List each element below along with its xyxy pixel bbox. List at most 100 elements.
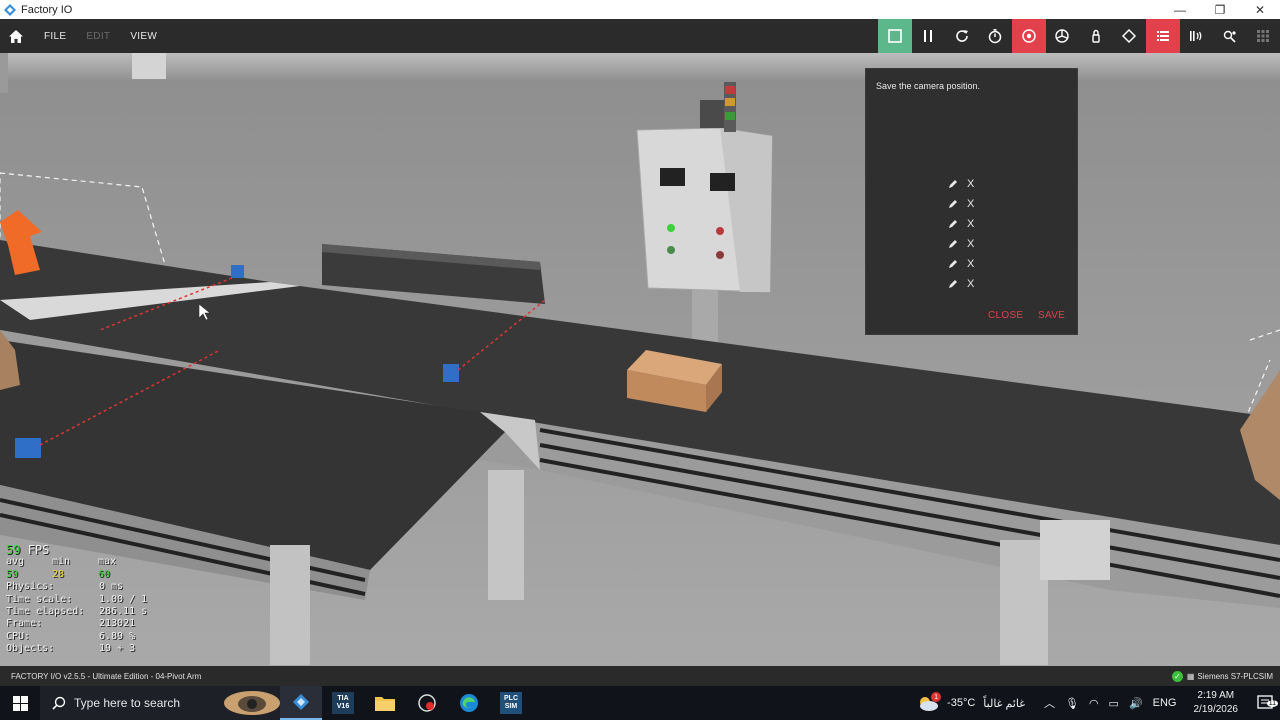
check-icon: ✓ (1171, 670, 1183, 682)
notification-center-button[interactable]: 11 (1250, 695, 1280, 711)
minimize-button[interactable]: — (1160, 0, 1200, 19)
camera-slot-row: X (948, 217, 988, 231)
camera-position-button[interactable] (1012, 19, 1046, 53)
camera-position-icon (1022, 29, 1036, 43)
weather-widget[interactable]: 1 -35°C غائم غالباً (917, 692, 1025, 712)
stat-value: 286.11 s (99, 606, 148, 618)
stat-key: CPU: (6, 630, 31, 642)
notification-count: 11 (1266, 700, 1278, 707)
windows-logo-icon (12, 695, 28, 711)
stat-key: Physics: (6, 581, 55, 593)
restore-button[interactable]: ❐ (1200, 0, 1240, 19)
timer-icon (989, 29, 1002, 44)
fps-label: FPS (27, 543, 50, 557)
battery-icon[interactable]: ▭ (1109, 697, 1119, 710)
taskbar-search-box[interactable]: Type here to search (40, 686, 280, 720)
lock-button[interactable] (1079, 19, 1113, 53)
factory-io-app-icon (293, 694, 309, 710)
save-camera-title: Save the camera position. (876, 81, 981, 91)
stop-button[interactable] (878, 19, 912, 53)
close-button[interactable]: CLOSE (988, 310, 1023, 321)
pencil-icon[interactable] (948, 279, 958, 289)
save-button[interactable]: SAVE (1038, 310, 1065, 321)
max-value: 60 (98, 568, 111, 580)
list-button[interactable] (1146, 19, 1180, 53)
camera-slot-row: X (948, 237, 988, 251)
taskbar-plcsim[interactable]: PLC SIM (490, 686, 532, 720)
chevron-up-icon[interactable]: ︿ (1044, 695, 1055, 711)
taskbar-file-explorer[interactable] (364, 686, 406, 720)
microphone-icon[interactable]: 🎙 (1065, 697, 1079, 710)
stat-row: Time elapsed: 286.11 s (6, 606, 147, 618)
avg-header: avg (6, 556, 25, 568)
stat-row: Frame: 213021 (6, 618, 147, 630)
taskbar-edge[interactable] (448, 686, 490, 720)
fps-readout: 59 FPS (6, 544, 147, 556)
fly-camera-button[interactable] (1046, 19, 1080, 53)
home-icon (9, 29, 23, 43)
reset-button[interactable] (945, 19, 979, 53)
scene-graphics (0, 53, 1280, 666)
delete-camera-slot-button[interactable]: X (967, 278, 974, 290)
camera-slot-row: X (948, 277, 988, 291)
folder-icon (375, 697, 395, 711)
app-menu-bar: FILE EDIT VIEW (0, 19, 1280, 53)
avg-value: 59 (6, 568, 19, 580)
taskbar-clock[interactable]: 2:19 AM 2/19/2026 (1194, 689, 1239, 717)
selection-button[interactable] (1113, 19, 1147, 53)
performance-stats-overlay: 59 FPS avg min max 59 28 60 Physics: 0 ms… (6, 544, 147, 656)
delete-camera-slot-button[interactable]: X (967, 238, 974, 250)
stat-value: 6.89 % (99, 630, 136, 642)
timer-button[interactable] (979, 19, 1013, 53)
search-icon (52, 696, 66, 710)
taskbar-tia-portal[interactable]: TIA V16 (322, 686, 364, 720)
save-camera-panel: Save the camera position. X X X X X X CL… (865, 68, 1078, 335)
language-indicator[interactable]: ENG (1153, 697, 1177, 709)
simulation-toolbar (878, 19, 1280, 53)
drivers-button[interactable] (1213, 19, 1247, 53)
search-highlight-image-icon (224, 691, 280, 715)
menu-file[interactable]: FILE (44, 31, 66, 42)
menu-edit[interactable]: EDIT (86, 31, 110, 42)
grid-button[interactable] (1247, 19, 1280, 53)
drivers-icon (1223, 30, 1236, 43)
taskbar-recorder[interactable] (406, 686, 448, 720)
menu-view[interactable]: VIEW (130, 31, 157, 42)
tia-portal-app-icon: TIA V16 (332, 692, 354, 714)
fps-header-row: avg min max (6, 556, 147, 568)
delete-camera-slot-button[interactable]: X (967, 218, 974, 230)
driver-label: Siemens S7-PLCSIM (1197, 671, 1273, 681)
pencil-icon[interactable] (948, 259, 958, 269)
camera-slot-row: X (948, 197, 988, 211)
pencil-icon[interactable] (948, 199, 958, 209)
delete-camera-slot-button[interactable]: X (967, 198, 974, 210)
pencil-icon[interactable] (948, 219, 958, 229)
pause-button[interactable] (912, 19, 946, 53)
volume-icon[interactable]: 🔊 (1129, 697, 1143, 710)
close-window-button[interactable]: ✕ (1240, 0, 1280, 19)
stat-key: Time elapsed: (6, 606, 85, 618)
3d-scene-viewport[interactable] (0, 53, 1280, 666)
version-scene-label: FACTORY I/O v2.5.5 - Ultimate Edition - … (11, 671, 202, 681)
connection-icon: ▦ (1186, 671, 1195, 681)
stat-value: 0 ms (99, 581, 124, 593)
list-icon (1156, 31, 1169, 41)
start-button[interactable] (0, 686, 40, 720)
delete-camera-slot-button[interactable]: X (967, 258, 974, 270)
pencil-icon[interactable] (948, 239, 958, 249)
clock-date: 2/19/2026 (1193, 704, 1239, 715)
max-header: max (98, 556, 117, 568)
stat-value: 19 + 3 (99, 643, 136, 655)
wifi-icon[interactable]: ◠ (1089, 697, 1099, 710)
driver-status[interactable]: ✓ ▦ Siemens S7-PLCSIM (1171, 666, 1273, 686)
lock-icon (1092, 29, 1100, 43)
sensor-button[interactable] (1180, 19, 1214, 53)
pencil-icon[interactable] (948, 179, 958, 189)
stat-row: Physics: 0 ms (6, 581, 147, 593)
taskbar-factory-io[interactable] (280, 686, 322, 720)
delete-camera-slot-button[interactable]: X (967, 178, 974, 190)
fly-camera-icon (1055, 29, 1069, 43)
home-button[interactable] (0, 19, 32, 53)
search-placeholder: Type here to search (74, 696, 181, 710)
stat-key: Objects: (6, 643, 55, 655)
